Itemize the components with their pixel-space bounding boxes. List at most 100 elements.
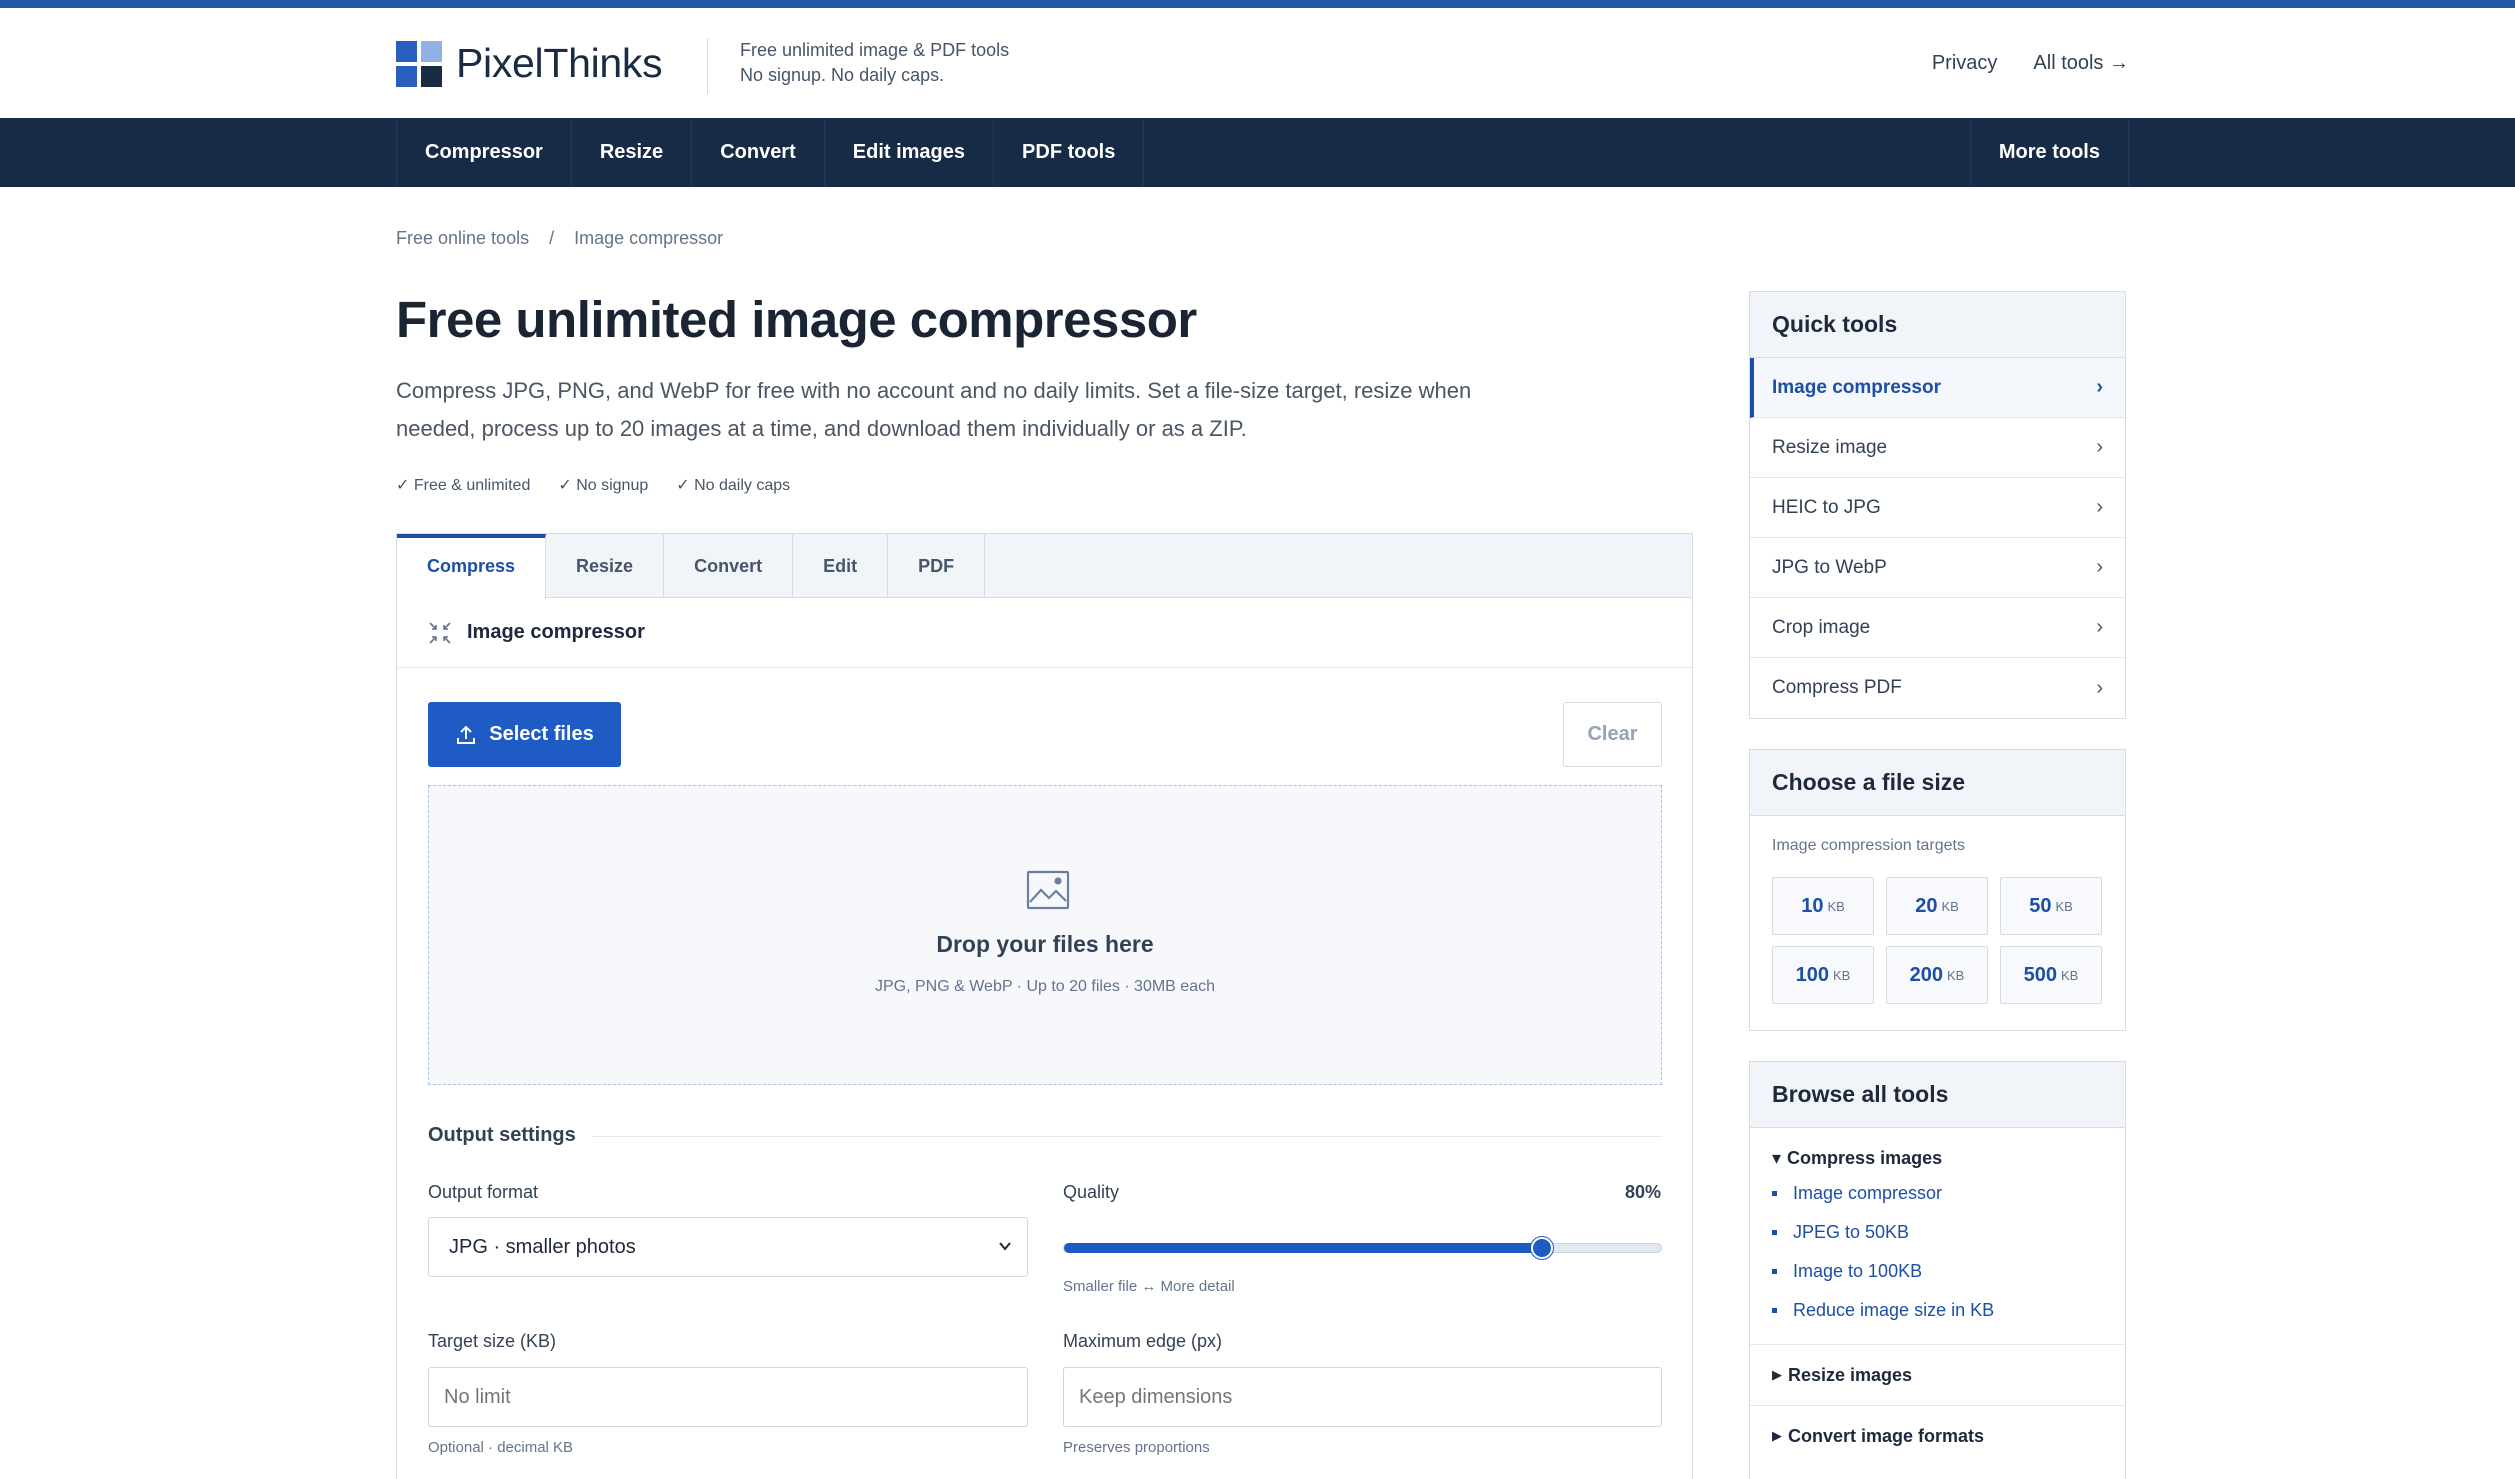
chevron-right-icon: › [2096,556,2103,578]
quick-tool-crop-image[interactable]: Crop image › [1750,598,2125,658]
logo-mark-icon [396,40,442,87]
target-size-label: Target size (KB) [428,1331,557,1351]
tool-card: Compress Resize Convert Edit PDF Image c… [396,533,1693,1479]
caret-right-icon: ▶ [1772,1428,1782,1443]
quick-tools-panel: Quick tools Image compressor › Resize im… [1749,291,2126,719]
browse-tools-title: Browse all tools [1750,1062,2125,1128]
size-target-50kb[interactable]: 50 KB [2000,877,2102,935]
browse-section-toggle[interactable]: ▶ Resize images [1772,1345,2103,1405]
quick-tool-resize-image[interactable]: Resize image › [1750,418,2125,478]
browse-section-compress: ▾ Compress images Image compressor JPEG … [1750,1128,2125,1345]
image-icon [1026,870,1070,910]
quality-slider[interactable] [1063,1237,1662,1259]
browse-section-toggle[interactable]: ▶ Convert image formats [1772,1406,2103,1466]
file-size-subtitle: Image compression targets [1772,837,1965,854]
select-files-button[interactable]: Select files [428,702,621,767]
browse-tools-panel: Browse all tools ▾ Compress images Image… [1749,1061,2126,1479]
max-edge-hint: Preserves proportions [1063,1439,1210,1456]
tab-pdf[interactable]: PDF [888,534,986,598]
quick-tool-label: HEIC to JPG [1772,496,1881,518]
browse-link[interactable]: Image to 100KB [1772,1252,2103,1291]
output-format-value: JPG · smaller photos [449,1235,636,1258]
browse-section-list: Image compressor JPEG to 50KB Image to 1… [1772,1174,2103,1344]
file-size-grid: 10 KB 20 KB 50 KB 100 KB 200 KB 500 KB [1772,877,2102,1004]
site-header: PixelThinks Free unlimited image & PDF t… [0,8,2515,118]
breadcrumb: Free online tools / Image compressor [396,228,723,249]
nav-more-tools[interactable]: More tools [1969,118,2129,187]
chevron-right-icon: › [2096,496,2103,518]
nav-item-pdf-tools[interactable]: PDF tools [994,118,1145,187]
breadcrumb-current: Image compressor [574,228,724,248]
nav-item-edit-images[interactable]: Edit images [825,118,995,187]
breadcrumb-root[interactable]: Free online tools [396,228,529,249]
output-format-select[interactable]: JPG · smaller photos [428,1217,1028,1277]
clear-button[interactable]: Clear [1563,702,1662,767]
tagline-line-1: Free unlimited image & PDF tools [740,40,1010,60]
page-title: Free unlimited image compressor [396,291,1197,348]
target-size-hint: Optional · decimal KB [428,1439,574,1456]
size-target-200kb[interactable]: 200 KB [1886,946,1988,1004]
caret-down-icon: ▾ [1772,1147,1782,1168]
dropzone-subtitle: JPG, PNG & WebP · Up to 20 files · 30MB … [875,978,1215,995]
nav-item-compressor[interactable]: Compressor [396,118,572,187]
tool-heading: Image compressor [397,598,1692,668]
brand-name: PixelThinks [456,40,663,86]
chevron-down-icon [999,1242,1011,1251]
tool-heading-label: Image compressor [467,621,645,643]
size-unit: KB [2061,967,2079,983]
size-target-500kb[interactable]: 500 KB [2000,946,2102,1004]
tab-compress[interactable]: Compress [397,534,547,599]
page-description: Compress JPG, PNG, and WebP for free wit… [396,378,1472,441]
tab-convert[interactable]: Convert [664,534,794,598]
quick-tool-label: Compress PDF [1772,677,1902,698]
target-size-input[interactable] [428,1367,1028,1427]
privacy-link[interactable]: Privacy [1932,52,1998,75]
file-dropzone[interactable]: Drop your files here JPG, PNG & WebP · U… [428,785,1662,1085]
max-edge-label: Maximum edge (px) [1063,1331,1223,1351]
size-value: 200 [1909,963,1944,986]
quick-tool-image-compressor[interactable]: Image compressor › [1750,358,2125,418]
browse-section-label: Resize images [1788,1364,1913,1385]
dropzone-title: Drop your files here [936,931,1154,957]
quality-slider-fill [1064,1243,1542,1253]
quick-tool-jpg-to-webp[interactable]: JPG to WebP › [1750,538,2125,598]
top-accent-line [0,0,2515,8]
tab-edit[interactable]: Edit [793,534,889,598]
max-edge-input[interactable] [1063,1367,1662,1427]
size-unit: KB [1941,898,1959,914]
check-no-signup: ✓ No signup [558,477,649,494]
chevron-right-icon: › [2096,616,2103,638]
size-target-20kb[interactable]: 20 KB [1886,877,1988,935]
quick-tool-compress-pdf[interactable]: Compress PDF › [1750,658,2125,718]
output-settings-title: Output settings [428,1124,576,1146]
logo[interactable]: PixelThinks [396,40,663,87]
quick-tool-label: Resize image [1772,436,1888,458]
tool-tabs: Compress Resize Convert Edit PDF [397,534,1692,599]
browse-link[interactable]: JPEG to 50KB [1772,1213,2103,1252]
quality-value: 80% [1625,1182,1662,1202]
browse-link[interactable]: Reduce image size in KB [1772,1291,2103,1330]
compress-icon [429,621,451,644]
quick-tool-label: JPG to WebP [1772,556,1887,578]
size-target-100kb[interactable]: 100 KB [1772,946,1874,1004]
header-links: Privacy All tools → [1932,52,2129,75]
chevron-right-icon: › [2096,376,2103,398]
quick-tool-label: Image compressor [1772,376,1941,398]
browse-section-label: Compress images [1787,1147,1943,1168]
quality-label: Quality [1063,1182,1120,1202]
browse-section-convert: ▶ Convert image formats [1750,1406,2125,1466]
quick-tool-label: Crop image [1772,616,1871,638]
check-no-caps: ✓ No daily caps [676,477,791,494]
nav-item-resize[interactable]: Resize [572,118,693,187]
all-tools-link[interactable]: All tools → [2033,52,2129,75]
browse-section-label: Convert image formats [1788,1425,1985,1446]
size-unit: KB [2055,898,2073,914]
tab-resize[interactable]: Resize [546,534,665,598]
quick-tool-heic-to-jpg[interactable]: HEIC to JPG › [1750,478,2125,538]
browse-link[interactable]: Image compressor [1772,1174,2103,1213]
quality-slider-thumb[interactable] [1530,1237,1553,1259]
nav-item-convert[interactable]: Convert [692,118,825,187]
size-unit: KB [1947,967,1965,983]
header-divider [707,38,708,94]
size-target-10kb[interactable]: 10 KB [1772,877,1874,935]
